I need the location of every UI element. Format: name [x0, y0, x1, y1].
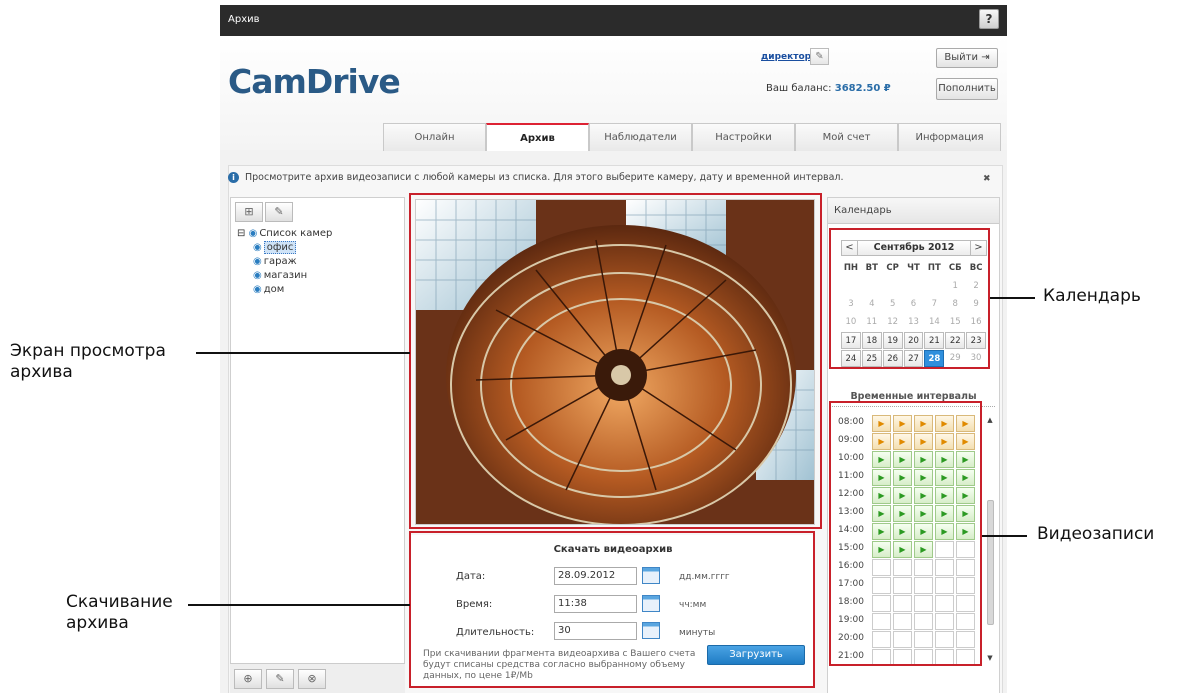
tree-root-label: Список камер [259, 228, 333, 239]
callout-calendar: Календарь [1043, 286, 1141, 306]
callout-download-line2: архива [66, 613, 129, 633]
tab-3[interactable]: Настройки [692, 123, 795, 151]
callout-records: Видеозаписи [1037, 524, 1155, 544]
tab-0[interactable]: Онлайн [383, 123, 486, 151]
tree-root[interactable]: ⊟ ◉ Список камер [237, 227, 332, 241]
annotation-box-download [409, 531, 815, 688]
callout-viewer-line1: Экран просмотра [10, 341, 166, 361]
tree-item-garage[interactable]: ◉ гараж [237, 255, 332, 269]
camera-toolbar-bottom: ⊕ ✎ ⊗ [230, 663, 405, 693]
add-camera-icon[interactable]: ⊞ [235, 202, 263, 222]
balance-value: 3682.50 ₽ [834, 83, 891, 94]
tab-2[interactable]: Наблюдатели [589, 123, 692, 151]
logout-label: Выйти [944, 52, 978, 63]
callout-line-calendar [990, 297, 1035, 299]
callout-line-viewer [196, 352, 410, 354]
add-camera-icon[interactable]: ⊕ [234, 669, 262, 689]
camera-icon: ◉ [253, 256, 262, 267]
annotation-box-player [409, 193, 822, 529]
collapse-icon[interactable]: ⊟ [237, 228, 245, 239]
main-tabs: Онлайн Архив Наблюдатели Настройки Мой счет И… [383, 123, 1001, 151]
tree-item-label: дом [263, 284, 285, 295]
callout-download: Скачивание архива [66, 592, 173, 634]
scroll-up-icon[interactable]: ▲ [985, 416, 995, 424]
tab-5[interactable]: Информация [898, 123, 1001, 151]
camera-icon: ◉ [253, 284, 262, 295]
annotation-box-calendar [829, 228, 990, 369]
help-button[interactable]: ? [979, 9, 999, 29]
edit-camera-icon[interactable]: ✎ [265, 202, 293, 222]
tree-item-label: магазин [263, 270, 308, 281]
pencil-icon[interactable]: ✎ [810, 48, 829, 65]
close-icon[interactable]: ✖ [983, 174, 991, 184]
callout-line-download [188, 604, 410, 606]
info-icon: i [228, 172, 239, 183]
camera-tree: ⊟ ◉ Список камер ◉ офис ◉ гараж ◉ магазин ◉ д… [237, 227, 332, 297]
tab-4[interactable]: Мой счет [795, 123, 898, 151]
camera-group-icon: ◉ [248, 228, 258, 239]
tree-item-shop[interactable]: ◉ магазин [237, 269, 332, 283]
window-title: Архив [228, 14, 260, 25]
info-text: Просмотрите архив видеозаписи с любой ка… [245, 172, 844, 183]
callout-download-line1: Скачивание [66, 592, 173, 612]
user-link[interactable]: директор [761, 52, 811, 62]
callout-viewer: Экран просмотра архива [10, 341, 166, 383]
camera-icon: ◉ [253, 242, 262, 253]
balance: Ваш баланс: 3682.50 ₽ [766, 83, 891, 94]
title-bar: Архив ? [220, 5, 1007, 36]
camera-panel: ⊞ ✎ ⊟ ◉ Список камер ◉ офис ◉ гараж ◉ магази… [230, 197, 405, 693]
tree-item-label: офис [263, 241, 297, 254]
balance-label: Ваш баланс: [766, 83, 832, 94]
camera-icon: ◉ [253, 270, 262, 281]
tree-item-home[interactable]: ◉ дом [237, 283, 332, 297]
tab-1[interactable]: Архив [486, 123, 589, 151]
delete-camera-icon[interactable]: ⊗ [298, 669, 326, 689]
callout-viewer-line2: архива [10, 362, 73, 382]
intervals-scrollbar[interactable] [987, 500, 994, 625]
scroll-down-icon[interactable]: ▼ [985, 654, 995, 662]
calendar-header: Календарь [828, 198, 999, 224]
topup-button[interactable]: Пополнить [936, 78, 998, 100]
logo: CamDrive [228, 62, 401, 101]
tree-item-label: гараж [263, 256, 297, 267]
callout-line-records [982, 535, 1027, 537]
edit-camera-icon[interactable]: ✎ [266, 669, 294, 689]
logout-button[interactable]: Выйти ⇥ [936, 48, 998, 68]
tree-item-office[interactable]: ◉ офис [237, 241, 332, 255]
info-bar: i Просмотрите архив видеозаписи с любой к… [228, 172, 844, 183]
annotation-box-intervals [829, 401, 982, 666]
logout-icon: ⇥ [981, 52, 990, 63]
